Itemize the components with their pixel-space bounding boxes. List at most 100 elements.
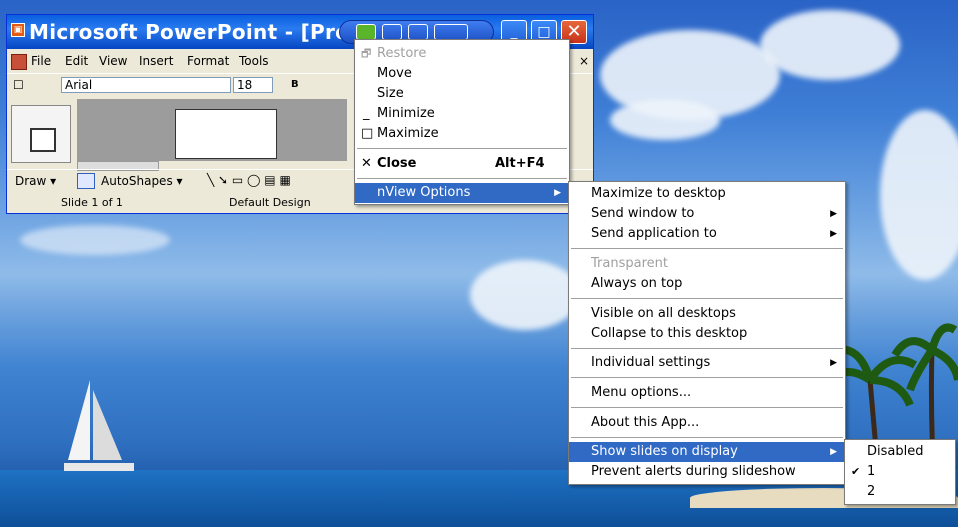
slide-editing-area[interactable] bbox=[77, 99, 347, 161]
menu-format[interactable]: Format bbox=[187, 54, 229, 68]
menu-label: Transparent bbox=[591, 256, 668, 271]
line-tool-icon[interactable]: ╲ ➘ ▭ ◯ ▤ ▦ bbox=[207, 173, 291, 187]
cloud bbox=[20, 225, 170, 255]
menu-label: nView Options bbox=[377, 185, 471, 200]
menu-edit[interactable]: Edit bbox=[65, 54, 88, 68]
autoshapes-menu-button[interactable]: AutoShapes ▾ bbox=[101, 174, 183, 188]
design-name: Default Design bbox=[229, 196, 311, 209]
menu-label: Menu options... bbox=[591, 385, 692, 400]
minimize-icon: _ bbox=[363, 106, 370, 121]
show-slides-menu: Disabled ✔ 1 2 bbox=[844, 439, 956, 505]
menu-item-collapse-desktop[interactable]: Collapse to this desktop bbox=[569, 324, 845, 344]
window-title: Microsoft PowerPoint - [Pre bbox=[29, 20, 349, 44]
cloud bbox=[880, 110, 958, 280]
menu-view[interactable]: View bbox=[99, 54, 127, 68]
cloud bbox=[760, 10, 900, 80]
submenu-arrow-icon: ▶ bbox=[830, 209, 837, 219]
menu-label: 1 bbox=[867, 464, 876, 479]
menu-label: About this App... bbox=[591, 415, 700, 430]
menu-separator bbox=[571, 407, 843, 409]
menu-label: Move bbox=[377, 66, 412, 81]
document-close-button[interactable]: × bbox=[579, 54, 589, 68]
menu-item-transparent[interactable]: Transparent bbox=[569, 254, 845, 274]
menu-separator bbox=[571, 298, 843, 300]
menu-label: Send window to bbox=[591, 206, 695, 221]
menu-label: Disabled bbox=[867, 444, 924, 459]
checkmark-icon: ✔ bbox=[851, 465, 861, 478]
menu-label: Always on top bbox=[591, 276, 683, 291]
menu-insert[interactable]: Insert bbox=[139, 54, 173, 68]
menu-item-send-window[interactable]: Send window to ▶ bbox=[569, 204, 845, 224]
menu-item-display-2[interactable]: 2 bbox=[845, 482, 955, 502]
menu-label: Maximize bbox=[377, 126, 439, 141]
menu-label: Restore bbox=[377, 46, 427, 61]
maximize-icon: □ bbox=[361, 126, 374, 141]
submenu-arrow-icon: ▶ bbox=[830, 229, 837, 239]
font-name-select[interactable]: Arial bbox=[61, 77, 231, 93]
menu-label: Maximize to desktop bbox=[591, 186, 726, 201]
submenu-arrow-icon: ▶ bbox=[830, 447, 837, 457]
menu-item-maximize-to-desktop[interactable]: Maximize to desktop bbox=[569, 184, 845, 204]
nview-options-menu: Maximize to desktop Send window to ▶ Sen… bbox=[568, 181, 846, 485]
shortcut-label: Alt+F4 bbox=[495, 156, 545, 171]
draw-menu-button[interactable]: Draw ▾ bbox=[15, 174, 56, 188]
menu-label: Prevent alerts during slideshow bbox=[591, 464, 796, 479]
close-icon: ✕ bbox=[361, 156, 372, 171]
menu-item-always-on-top[interactable]: Always on top bbox=[569, 274, 845, 294]
menu-item-size[interactable]: Size bbox=[355, 84, 569, 104]
menu-label: Send application to bbox=[591, 226, 717, 241]
menu-label: Minimize bbox=[377, 106, 435, 121]
menu-separator bbox=[571, 437, 843, 439]
outline-slides-pane[interactable] bbox=[11, 105, 71, 163]
menu-tools[interactable]: Tools bbox=[239, 54, 269, 68]
menu-separator bbox=[571, 377, 843, 379]
menu-item-close[interactable]: ✕ Close Alt+F4 bbox=[355, 154, 569, 174]
menu-item-maximize[interactable]: □ Maximize bbox=[355, 124, 569, 144]
menu-label: Show slides on display bbox=[591, 444, 738, 459]
menu-item-minimize[interactable]: _ Minimize bbox=[355, 104, 569, 124]
menu-separator bbox=[357, 178, 567, 180]
menu-item-visible-all-desktops[interactable]: Visible on all desktops bbox=[569, 304, 845, 324]
send-to-display-icon[interactable] bbox=[408, 24, 428, 40]
menu-item-display-1[interactable]: ✔ 1 bbox=[845, 462, 955, 482]
slide-page[interactable] bbox=[175, 109, 277, 159]
menu-label: 2 bbox=[867, 484, 876, 499]
nview-menu-icon[interactable] bbox=[382, 24, 402, 40]
menu-item-restore[interactable]: 🗗 Restore bbox=[355, 44, 569, 64]
menu-item-nview-options[interactable]: nView Options ▶ bbox=[355, 183, 569, 203]
menu-label: Size bbox=[377, 86, 404, 101]
menu-item-about[interactable]: About this App... bbox=[569, 413, 845, 433]
menu-separator bbox=[571, 348, 843, 350]
menu-label: Collapse to this desktop bbox=[591, 326, 748, 341]
sailboat-icon bbox=[64, 380, 134, 471]
bold-button[interactable]: B bbox=[291, 79, 299, 90]
menu-item-show-slides[interactable]: Show slides on display ▶ bbox=[569, 442, 845, 462]
menu-item-prevent-alerts[interactable]: Prevent alerts during slideshow bbox=[569, 462, 845, 482]
submenu-arrow-icon: ▶ bbox=[554, 188, 561, 198]
span-desktop-icon[interactable] bbox=[434, 24, 468, 40]
new-document-icon[interactable]: ☐ bbox=[13, 78, 24, 92]
slide-thumbnail[interactable] bbox=[30, 128, 56, 152]
select-arrow-icon[interactable] bbox=[77, 173, 95, 189]
menu-item-individual-settings[interactable]: Individual settings ▶ bbox=[569, 353, 845, 373]
menu-item-disabled[interactable]: Disabled bbox=[845, 442, 955, 462]
menu-item-move[interactable]: Move bbox=[355, 64, 569, 84]
font-size-select[interactable]: 18 bbox=[233, 77, 273, 93]
menu-item-menu-options[interactable]: Menu options... bbox=[569, 383, 845, 403]
nview-logo-icon[interactable] bbox=[356, 24, 376, 40]
system-menu: 🗗 Restore Move Size _ Minimize □ Maximiz… bbox=[354, 39, 570, 205]
menu-separator bbox=[357, 148, 567, 150]
menu-label: Close bbox=[377, 156, 417, 171]
slide-count: Slide 1 of 1 bbox=[61, 196, 123, 209]
cloud bbox=[610, 100, 720, 140]
menu-label: Individual settings bbox=[591, 355, 711, 370]
menu-item-send-application[interactable]: Send application to ▶ bbox=[569, 224, 845, 244]
submenu-arrow-icon: ▶ bbox=[830, 358, 837, 368]
menu-label: Visible on all desktops bbox=[591, 306, 736, 321]
menu-file[interactable]: File bbox=[31, 54, 51, 68]
document-icon[interactable] bbox=[11, 54, 27, 70]
powerpoint-icon[interactable]: ▣ bbox=[11, 23, 25, 37]
restore-icon: 🗗 bbox=[361, 47, 372, 60]
menu-separator bbox=[571, 248, 843, 250]
cloud bbox=[470, 260, 580, 330]
